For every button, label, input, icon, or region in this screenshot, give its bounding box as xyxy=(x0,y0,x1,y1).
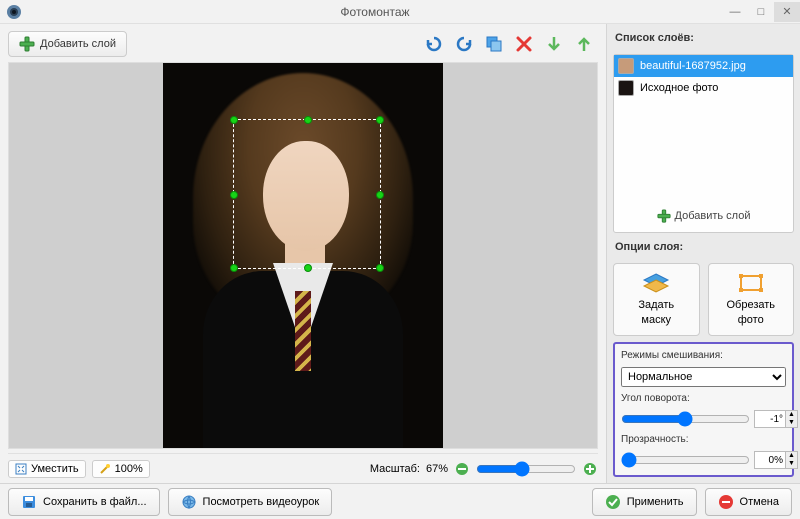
status-bar: Уместить 100% Масштаб: 67% xyxy=(8,453,598,479)
window-title: Фотомонтаж xyxy=(28,5,722,19)
save-label: Сохранить в файл... xyxy=(43,496,147,508)
selection-handle[interactable] xyxy=(376,264,384,272)
canvas-image xyxy=(163,63,443,449)
add-layer-panel-label: Добавить слой xyxy=(675,210,751,222)
zoom-100-button[interactable]: 100% xyxy=(92,460,150,478)
zoom-100-label: 100% xyxy=(115,463,143,475)
plus-icon xyxy=(19,36,35,52)
apply-button[interactable]: Применить xyxy=(592,488,697,516)
mask-button-label: Задать маску xyxy=(638,298,674,327)
zoom-slider[interactable] xyxy=(476,461,576,477)
blend-mode-select[interactable]: Нормальное xyxy=(621,367,786,387)
top-toolbar: Добавить слой xyxy=(8,30,598,58)
opacity-slider[interactable] xyxy=(621,452,750,468)
video-label: Посмотреть видеоурок xyxy=(203,496,320,508)
canvas-area[interactable] xyxy=(8,62,598,449)
add-layer-label: Добавить слой xyxy=(40,38,116,50)
app-icon xyxy=(6,4,22,20)
wand-icon xyxy=(99,463,111,475)
mask-button[interactable]: Задать маску xyxy=(613,263,700,336)
crop-button[interactable]: Обрезать фото xyxy=(708,263,795,336)
spinner-down[interactable]: ▼ xyxy=(785,460,797,468)
zoom-label: Масштаб: xyxy=(370,463,420,475)
delete-button[interactable] xyxy=(512,32,536,56)
crop-button-label: Обрезать фото xyxy=(726,298,775,327)
angle-slider[interactable] xyxy=(621,411,750,427)
bottom-bar: Сохранить в файл... Посмотреть видеоурок… xyxy=(0,483,800,519)
plus-icon xyxy=(657,209,671,223)
check-icon xyxy=(605,494,621,510)
layers-list: beautiful-1687952.jpg Исходное фото Доба… xyxy=(613,54,794,233)
cancel-icon xyxy=(718,494,734,510)
add-layer-button[interactable]: Добавить слой xyxy=(8,31,127,57)
undo-button[interactable] xyxy=(422,32,446,56)
spinner-up[interactable]: ▲ xyxy=(785,452,797,460)
cancel-button[interactable]: Отмена xyxy=(705,488,792,516)
zoom-in-button[interactable] xyxy=(582,461,598,477)
selection-handle[interactable] xyxy=(304,116,312,124)
selection-handle[interactable] xyxy=(230,116,238,124)
cancel-label: Отмена xyxy=(740,496,779,508)
layer-thumb xyxy=(618,58,634,74)
save-button[interactable]: Сохранить в файл... xyxy=(8,488,160,516)
selection-handle[interactable] xyxy=(304,264,312,272)
add-layer-panel-button[interactable]: Добавить слой xyxy=(657,209,751,223)
crop-icon xyxy=(737,272,765,294)
angle-value[interactable] xyxy=(755,413,785,426)
spinner-up[interactable]: ▲ xyxy=(785,411,797,419)
layer-label: Исходное фото xyxy=(640,82,718,94)
layer-down-button[interactable] xyxy=(542,32,566,56)
layers-panel-title: Список слоёв: xyxy=(613,30,794,48)
opacity-label: Прозрачность: xyxy=(621,434,786,445)
duplicate-button[interactable] xyxy=(482,32,506,56)
layer-row[interactable]: Исходное фото xyxy=(614,77,793,99)
angle-label: Угол поворота: xyxy=(621,393,786,404)
minimize-button[interactable]: — xyxy=(722,2,748,22)
save-icon xyxy=(21,494,37,510)
title-bar: Фотомонтаж — □ ✕ xyxy=(0,0,800,24)
apply-label: Применить xyxy=(627,496,684,508)
layer-thumb xyxy=(618,80,634,96)
selection-handle[interactable] xyxy=(230,191,238,199)
opacity-value[interactable] xyxy=(755,454,785,467)
layer-up-button[interactable] xyxy=(572,32,596,56)
fit-icon xyxy=(15,463,27,475)
spinner-down[interactable]: ▼ xyxy=(785,419,797,427)
zoom-out-button[interactable] xyxy=(454,461,470,477)
blend-mode-label: Режимы смешивания: xyxy=(621,350,786,361)
redo-button[interactable] xyxy=(452,32,476,56)
opacity-spinner[interactable]: ▲▼ xyxy=(754,451,798,469)
selection-handle[interactable] xyxy=(230,264,238,272)
options-panel-title: Опции слоя: xyxy=(613,239,794,257)
layer-label: beautiful-1687952.jpg xyxy=(640,60,746,72)
close-button[interactable]: ✕ xyxy=(774,2,800,22)
selection-handle[interactable] xyxy=(376,191,384,199)
video-button[interactable]: Посмотреть видеоурок xyxy=(168,488,333,516)
maximize-button[interactable]: □ xyxy=(748,2,774,22)
selection-box[interactable] xyxy=(233,119,381,269)
globe-icon xyxy=(181,494,197,510)
fit-label: Уместить xyxy=(31,463,79,475)
angle-spinner[interactable]: ▲▼ xyxy=(754,410,798,428)
fit-button[interactable]: Уместить xyxy=(8,460,86,478)
blend-panel: Режимы смешивания: Нормальное Угол повор… xyxy=(613,342,794,477)
layer-row[interactable]: beautiful-1687952.jpg xyxy=(614,55,793,77)
zoom-value: 67% xyxy=(426,463,448,475)
layers-icon xyxy=(642,272,670,294)
selection-handle[interactable] xyxy=(376,116,384,124)
